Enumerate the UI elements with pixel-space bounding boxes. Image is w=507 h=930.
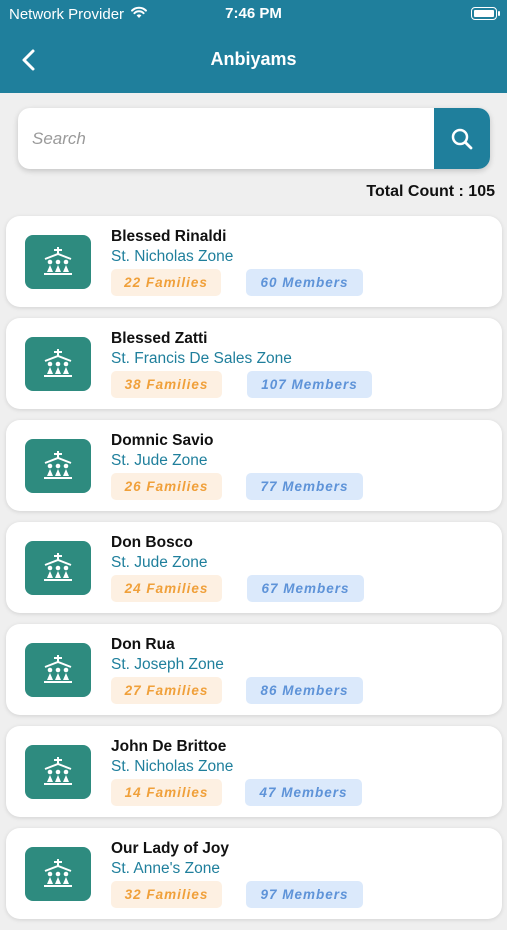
church-family-icon: [25, 235, 91, 289]
church-family-icon: [25, 643, 91, 697]
anbiyam-name: Blessed Rinaldi: [111, 228, 227, 245]
status-time: 7:46 PM: [225, 5, 282, 22]
search-icon: [451, 128, 473, 149]
families-badge: 27 Families: [111, 677, 222, 704]
anbiyam-card[interactable]: Domnic Savio St. Jude Zone 26 Families 7…: [6, 420, 502, 511]
members-badge: 60 Members: [246, 269, 363, 296]
page-title: Anbiyams: [210, 49, 297, 69]
members-badge: 97 Members: [246, 881, 363, 908]
zone-name: St. Nicholas Zone: [111, 758, 234, 775]
anbiyam-name: Don Rua: [111, 636, 175, 653]
nav-bar: Anbiyams: [0, 40, 507, 80]
search-button[interactable]: [434, 108, 490, 169]
anbiyam-card[interactable]: Don Rua St. Joseph Zone 27 Families 86 M…: [6, 624, 502, 715]
anbiyam-name: Our Lady of Joy: [111, 840, 229, 857]
search-bar: [18, 108, 490, 169]
church-family-icon: [25, 439, 91, 493]
anbiyam-card[interactable]: Blessed Zatti St. Francis De Sales Zone …: [6, 318, 502, 409]
anbiyam-name: Blessed Zatti: [111, 330, 208, 347]
anbiyam-card[interactable]: Blessed Rinaldi St. Nicholas Zone 22 Fam…: [6, 216, 502, 307]
families-badge: 38 Families: [111, 371, 222, 398]
anbiyam-card[interactable]: Don Bosco St. Jude Zone 24 Families 67 M…: [6, 522, 502, 613]
zone-name: St. Jude Zone: [111, 452, 208, 469]
families-badge: 32 Families: [111, 881, 222, 908]
anbiyam-list: Blessed Rinaldi St. Nicholas Zone 22 Fam…: [6, 216, 502, 930]
members-badge: 107 Members: [247, 371, 372, 398]
families-badge: 26 Families: [111, 473, 222, 500]
members-badge: 77 Members: [246, 473, 363, 500]
zone-name: St. Anne's Zone: [111, 860, 220, 877]
families-badge: 22 Families: [111, 269, 221, 296]
families-badge: 24 Families: [111, 575, 222, 602]
members-badge: 86 Members: [246, 677, 363, 704]
members-badge: 67 Members: [247, 575, 364, 602]
anbiyam-card[interactable]: Our Lady of Joy St. Anne's Zone 32 Famil…: [6, 828, 502, 919]
anbiyam-name: Domnic Savio: [111, 432, 214, 449]
zone-name: St. Joseph Zone: [111, 656, 224, 673]
church-family-icon: [25, 337, 91, 391]
battery-icon: [471, 7, 500, 20]
church-family-icon: [25, 847, 91, 901]
anbiyam-card[interactable]: John De Brittoe St. Nicholas Zone 14 Fam…: [6, 726, 502, 817]
zone-name: St. Nicholas Zone: [111, 248, 234, 265]
zone-name: St. Jude Zone: [111, 554, 208, 571]
church-family-icon: [25, 745, 91, 799]
members-badge: 47 Members: [245, 779, 362, 806]
status-bar: Network Provider 7:46 PM: [0, 0, 507, 28]
church-family-icon: [25, 541, 91, 595]
search-input[interactable]: [18, 108, 434, 169]
families-badge: 14 Families: [111, 779, 222, 806]
zone-name: St. Francis De Sales Zone: [111, 350, 292, 367]
app-header: Network Provider 7:46 PM Anbiyams: [0, 0, 507, 93]
anbiyam-name: Don Bosco: [111, 534, 193, 551]
anbiyam-name: John De Brittoe: [111, 738, 227, 755]
total-count: Total Count : 105: [366, 183, 495, 200]
